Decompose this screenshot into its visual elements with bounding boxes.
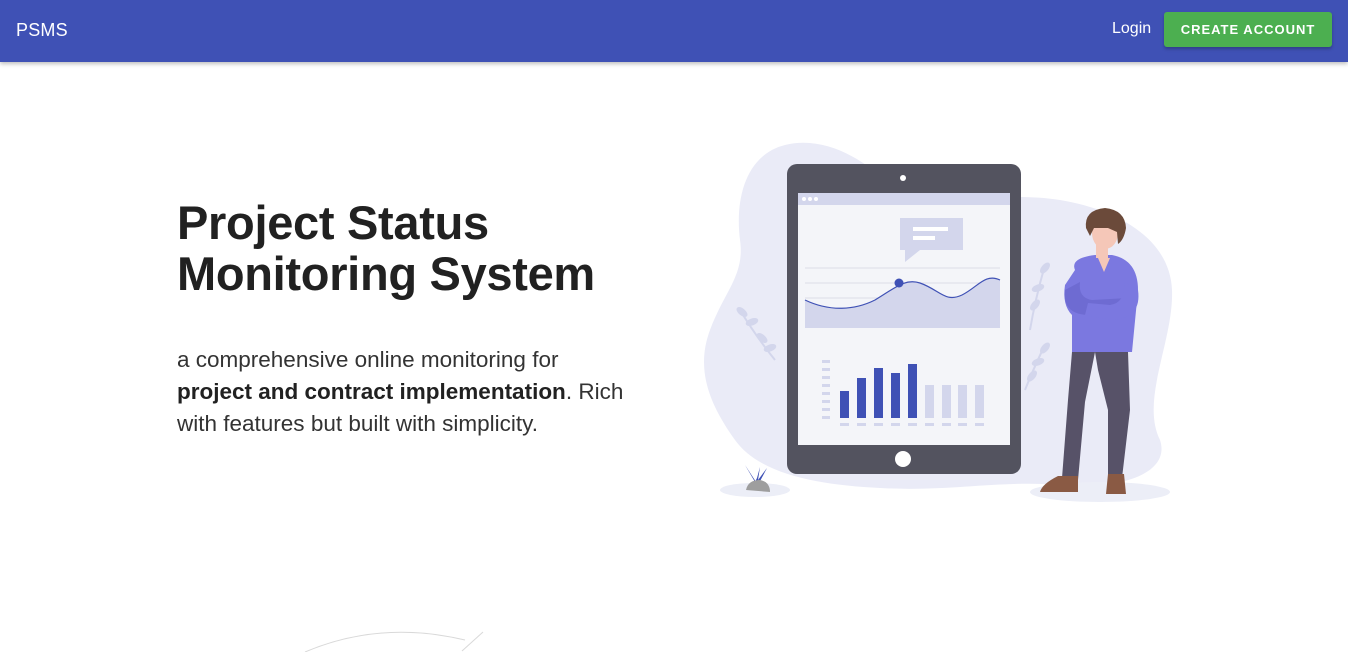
- tablet-dashboard-illustration: [704, 142, 1173, 502]
- brand-logo[interactable]: PSMS: [16, 19, 68, 41]
- small-plant-icon: [745, 465, 770, 492]
- decorative-arc-line: [304, 631, 466, 652]
- app-bar: PSMS Login CREATE ACCOUNT: [0, 0, 1348, 62]
- hero-description: a comprehensive online monitoring for pro…: [177, 344, 647, 440]
- create-account-button[interactable]: CREATE ACCOUNT: [1164, 12, 1332, 47]
- hero-title-line2: Monitoring System: [177, 247, 595, 300]
- hero-description-part1: a comprehensive online monitoring for: [177, 347, 559, 372]
- hero-title: Project Status Monitoring System: [177, 197, 657, 299]
- decorative-arc: [304, 631, 484, 652]
- hero-title-line1: Project Status: [177, 196, 489, 249]
- tablet-device: [787, 164, 1021, 474]
- decorative-arc-tick: [461, 631, 484, 652]
- login-link[interactable]: Login: [1112, 19, 1151, 39]
- hero-description-bold: project and contract implementation: [177, 379, 566, 404]
